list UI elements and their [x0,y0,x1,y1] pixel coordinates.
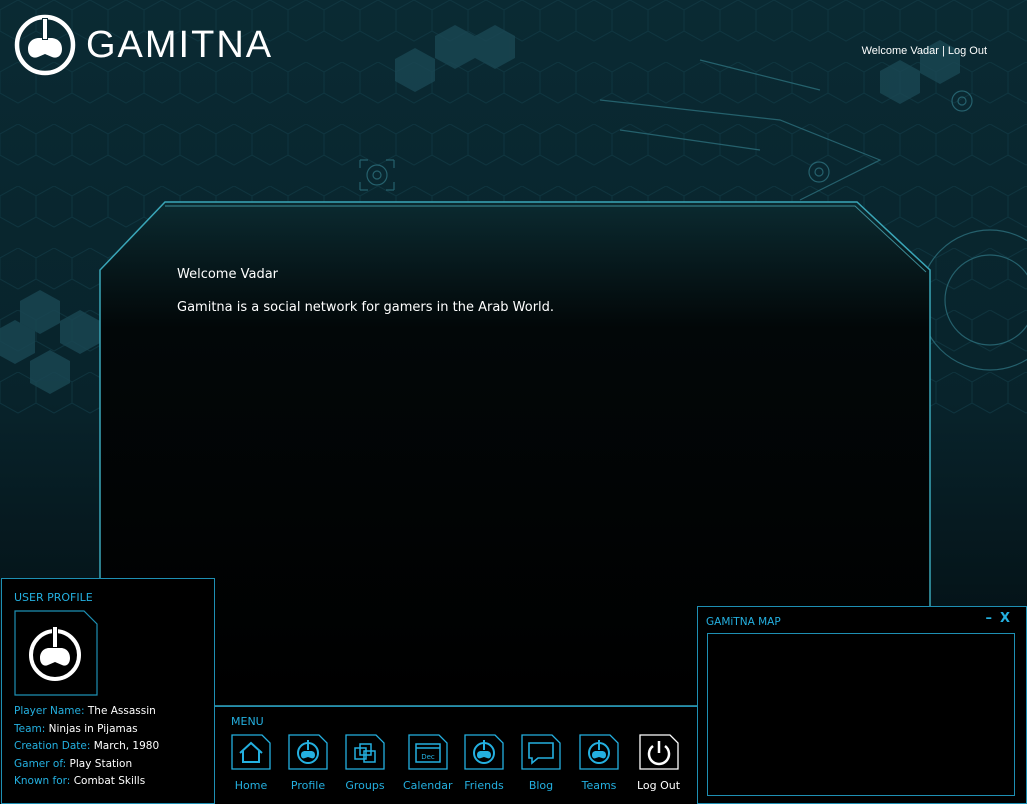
menu-item-friends[interactable]: Friends [464,734,504,792]
gamitna-power-logo-icon [14,14,76,76]
map-view[interactable] [707,633,1015,796]
avatar[interactable] [14,610,98,696]
top-user-bar: Welcome Vadar | Log Out [862,45,987,57]
menu-item-blog[interactable]: Blog [521,734,561,792]
logout-link[interactable]: Log Out [948,45,987,57]
profile-field-known-for: Known for: Combat Skills [14,775,146,787]
friends-icon [464,734,504,770]
profile-field-creation-date: Creation Date: March, 1980 [14,740,160,752]
calendar-icon: Dec [408,734,448,770]
avatar-power-icon [29,626,81,681]
main-welcome: Welcome Vadar [177,267,279,282]
blog-icon [521,734,561,770]
welcome-text: Welcome Vadar [861,45,939,57]
profile-info: Player Name: The Assassin Team: Ninjas i… [14,703,159,791]
menu-item-calendar[interactable]: Dec Calendar [403,734,452,792]
power-icon [638,734,679,770]
menu-item-teams[interactable]: Teams [579,734,619,792]
profile-field-team: Team: Ninjas in Pijamas [14,722,138,735]
profile-title: USER PROFILE [14,591,93,604]
profile-field-player-name: Player Name: The Assassin [14,705,156,717]
home-icon [231,734,271,770]
user-profile-panel: USER PROFILE Player Name: The Assassin T… [1,578,215,804]
brand-name: GAMITNA [86,23,274,66]
profile-icon [288,734,328,770]
groups-icon [345,734,385,770]
separator: | [941,45,945,57]
menu-item-logout[interactable]: Log Out [637,734,680,792]
gamitna-map-panel: GAMiTNA MAP – X [697,606,1027,804]
teams-icon [579,734,619,770]
map-title: GAMiTNA MAP [706,616,781,628]
main-menu: MENU Home Profile Groups Dec Calendar Fr… [215,706,697,804]
map-close-button[interactable]: X [1000,611,1010,626]
menu-item-home[interactable]: Home [231,734,271,792]
main-tagline: Gamitna is a social network for gamers i… [177,300,555,315]
brand-logo[interactable]: GAMITNA [14,14,273,76]
menu-title: MENU [231,715,264,728]
menu-item-groups[interactable]: Groups [345,734,385,792]
map-minimize-button[interactable]: – [986,611,993,626]
menu-item-profile[interactable]: Profile [288,734,328,792]
profile-field-gamer-of: Gamer of: Play Station [14,757,133,770]
svg-text:Dec: Dec [421,753,435,761]
